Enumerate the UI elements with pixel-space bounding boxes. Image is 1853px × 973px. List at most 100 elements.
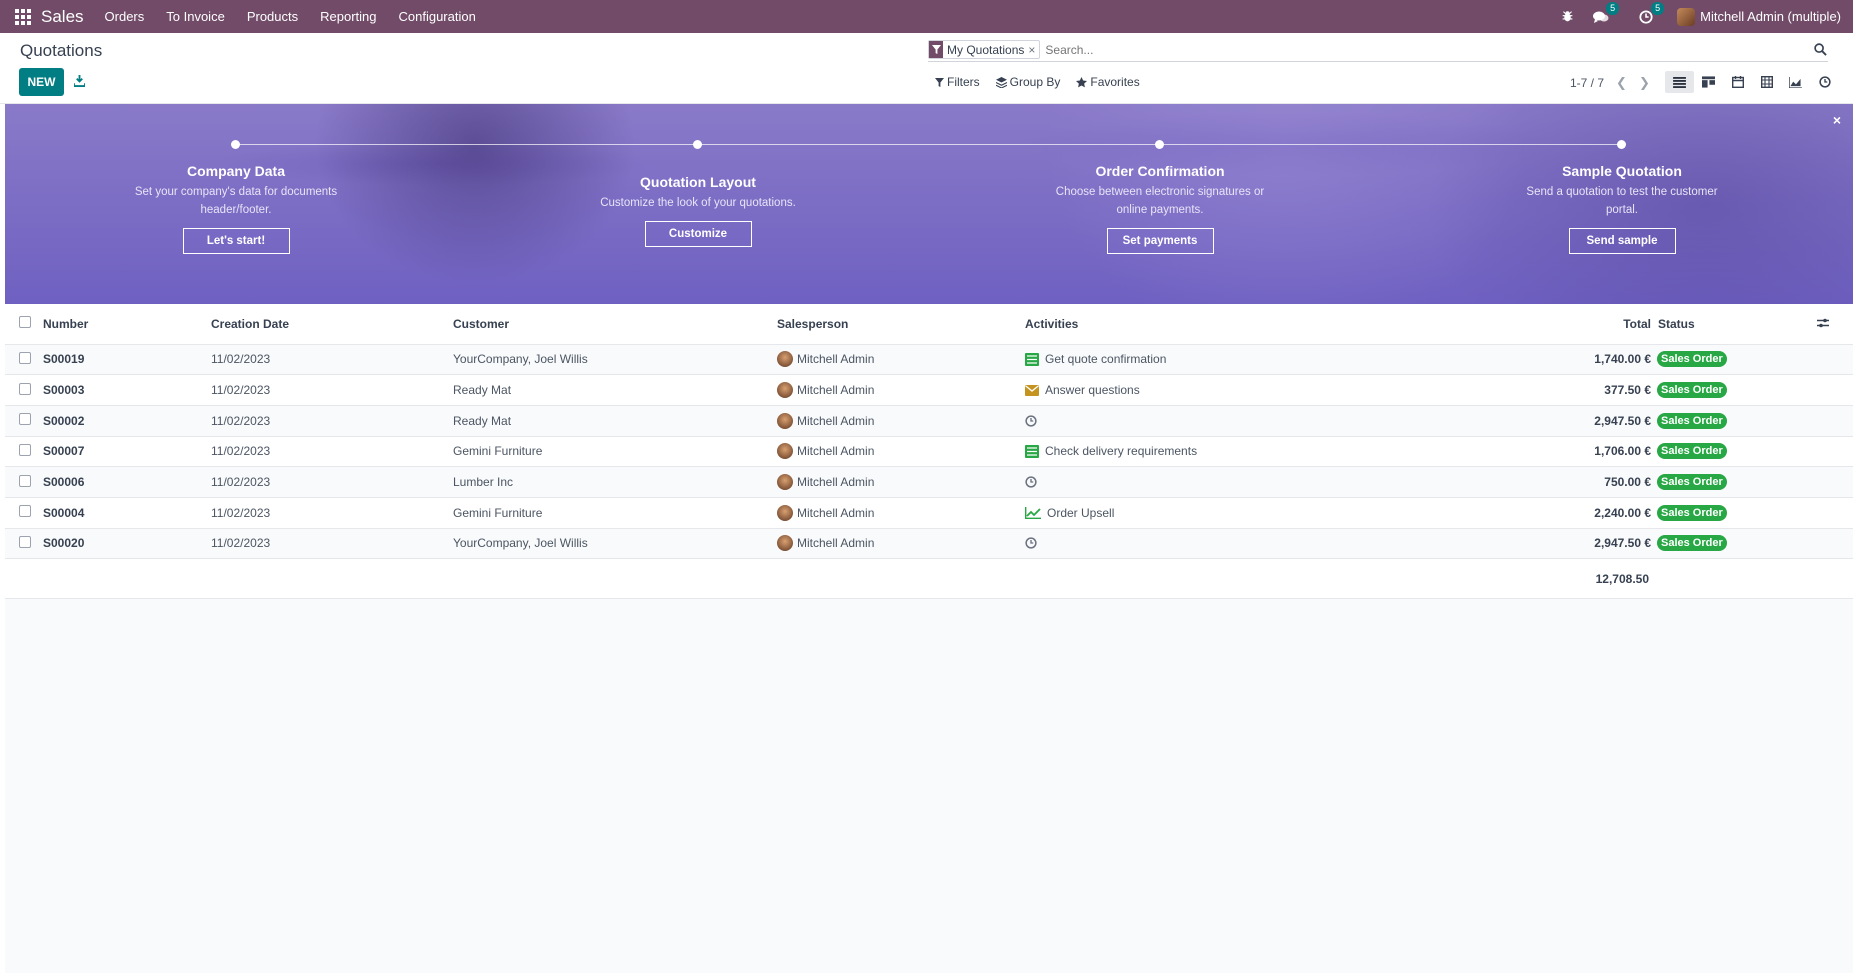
order-number[interactable]: S00019: [43, 344, 211, 376]
pager-previous-icon[interactable]: ❮: [1616, 75, 1627, 91]
filters-button[interactable]: Filters: [935, 75, 980, 89]
pager-next-icon[interactable]: ❯: [1639, 75, 1650, 91]
row-checkbox[interactable]: [19, 351, 31, 364]
salesperson-avatar[interactable]: [777, 535, 793, 552]
user-avatar: [1677, 7, 1696, 26]
row-select-cell: [5, 344, 43, 376]
salesperson-avatar[interactable]: [777, 474, 793, 491]
new-button[interactable]: NEW: [19, 68, 64, 96]
column-activities[interactable]: Activities: [1025, 304, 1445, 345]
salesperson-avatar[interactable]: [777, 443, 793, 460]
graph-view-icon[interactable]: [1781, 71, 1810, 93]
facet-label: My Quotations: [947, 42, 1025, 57]
table-row[interactable]: S00007 11/02/2023 Gemini Furniture Mitchell…: [5, 436, 1853, 468]
debug-bug-icon[interactable]: [1559, 9, 1575, 25]
column-number[interactable]: Number: [43, 304, 211, 345]
row-spacer: [1817, 436, 1853, 468]
table-row[interactable]: S00019 11/02/2023 YourCompany, Joel Willis…: [5, 344, 1853, 376]
set-payments-button[interactable]: Set payments: [1106, 228, 1214, 254]
activity-cell: Order Upsell: [1025, 497, 1445, 529]
status-badge: Sales Order: [1657, 474, 1727, 491]
order-total: 1,740.00 €: [1445, 344, 1657, 376]
banner-close-button[interactable]: ×: [1833, 112, 1841, 128]
salesperson-cell: Mitchell Admin: [777, 344, 1025, 376]
favorites-button[interactable]: Favorites: [1076, 75, 1140, 89]
select-all-checkbox[interactable]: [19, 316, 31, 329]
table-row[interactable]: S00003 11/02/2023 Ready Mat Mitchell Admin A…: [5, 374, 1853, 406]
task-list-icon[interactable]: [1025, 352, 1042, 366]
row-checkbox[interactable]: [19, 505, 31, 518]
column-creation-date[interactable]: Creation Date: [211, 304, 453, 345]
salesperson-avatar[interactable]: [777, 351, 793, 368]
menu-to-invoice[interactable]: To Invoice: [155, 9, 236, 24]
salesperson-name: Mitchell Admin: [797, 475, 875, 490]
clock-icon[interactable]: [1025, 476, 1040, 488]
totals-row: 12,708.50: [5, 558, 1853, 600]
calendar-view-icon[interactable]: [1723, 71, 1752, 93]
order-number[interactable]: S00002: [43, 405, 211, 437]
row-checkbox[interactable]: [19, 443, 31, 456]
salesperson-avatar[interactable]: [777, 412, 793, 429]
row-select-cell: [5, 528, 43, 560]
step-order-confirmation: Order Confirmation Choose between electr…: [1050, 163, 1270, 254]
filter-funnel-icon: [929, 41, 943, 58]
envelope-icon[interactable]: [1025, 384, 1042, 396]
order-number[interactable]: S00020: [43, 528, 211, 560]
send-sample-button[interactable]: Send sample: [1568, 228, 1676, 254]
menu-reporting[interactable]: Reporting: [309, 9, 387, 24]
row-checkbox[interactable]: [19, 382, 31, 395]
column-salesperson[interactable]: Salesperson: [777, 304, 1025, 345]
row-select-cell: [5, 405, 43, 437]
table-row[interactable]: S00002 11/02/2023 Ready Mat Mitchell Admin 2…: [5, 405, 1853, 437]
search-icon[interactable]: [1812, 42, 1828, 58]
search-facet: My Quotations ×: [928, 40, 1041, 59]
row-checkbox[interactable]: [19, 413, 31, 426]
menu-configuration[interactable]: Configuration: [388, 9, 487, 24]
salesperson-avatar[interactable]: [777, 382, 793, 399]
salesperson-name: Mitchell Admin: [797, 444, 875, 459]
column-status[interactable]: Status: [1657, 304, 1817, 345]
table-row[interactable]: S00006 11/02/2023 Lumber Inc Mitchell Admin…: [5, 466, 1853, 498]
table-row[interactable]: S00020 11/02/2023 YourCompany, Joel Willis…: [5, 528, 1853, 560]
order-number[interactable]: S00004: [43, 497, 211, 529]
pivot-view-icon[interactable]: [1752, 71, 1781, 93]
clock-icon[interactable]: [1025, 415, 1040, 427]
list-view-icon[interactable]: [1665, 71, 1694, 93]
order-number[interactable]: S00007: [43, 436, 211, 468]
step-description: Set your company's data for documents he…: [134, 186, 338, 216]
line-chart-icon[interactable]: [1025, 506, 1044, 519]
apps-grid-icon[interactable]: [15, 8, 31, 25]
chat-bubbles-icon[interactable]: 5: [1593, 1, 1620, 25]
user-menu[interactable]: Mitchell Admin (multiple): [1677, 7, 1841, 26]
facet-remove-button[interactable]: ×: [1028, 43, 1039, 57]
row-checkbox[interactable]: [19, 535, 31, 548]
lets-start-button[interactable]: Let's start!: [182, 228, 290, 254]
column-settings-sliders-icon[interactable]: [1817, 318, 1829, 328]
search-input[interactable]: [1045, 42, 1812, 57]
kanban-view-icon[interactable]: [1694, 71, 1723, 93]
table-row[interactable]: S00004 11/02/2023 Gemini Furniture Mitchell…: [5, 497, 1853, 529]
order-number[interactable]: S00003: [43, 374, 211, 406]
column-total[interactable]: Total: [1445, 304, 1657, 345]
customize-button[interactable]: Customize: [644, 221, 752, 247]
export-download-icon[interactable]: [70, 71, 88, 91]
group-by-button[interactable]: Group By: [995, 75, 1060, 89]
column-customer[interactable]: Customer: [453, 304, 777, 345]
menu-orders[interactable]: Orders: [94, 9, 156, 24]
app-name[interactable]: Sales: [41, 7, 84, 27]
order-number[interactable]: S00006: [43, 466, 211, 498]
creation-date: 11/02/2023: [211, 528, 453, 560]
salesperson-avatar[interactable]: [777, 504, 793, 521]
pager-value[interactable]: 1-7 / 7: [1570, 76, 1604, 90]
step-description: Customize the look of your quotations.: [600, 197, 796, 209]
row-checkbox[interactable]: [19, 474, 31, 487]
control-panel: Quotations NEW My Quotations × Filters G…: [0, 33, 1853, 104]
top-navbar: Sales Orders To Invoice Products Reporti…: [0, 0, 1853, 33]
activity-view-icon[interactable]: [1810, 71, 1839, 93]
task-list-icon[interactable]: [1025, 444, 1042, 458]
activity-cell: Answer questions: [1025, 374, 1445, 406]
select-all-cell: [5, 304, 43, 345]
menu-products[interactable]: Products: [236, 9, 309, 24]
activity-clock-icon[interactable]: 5: [1638, 1, 1665, 25]
clock-icon[interactable]: [1025, 537, 1040, 550]
